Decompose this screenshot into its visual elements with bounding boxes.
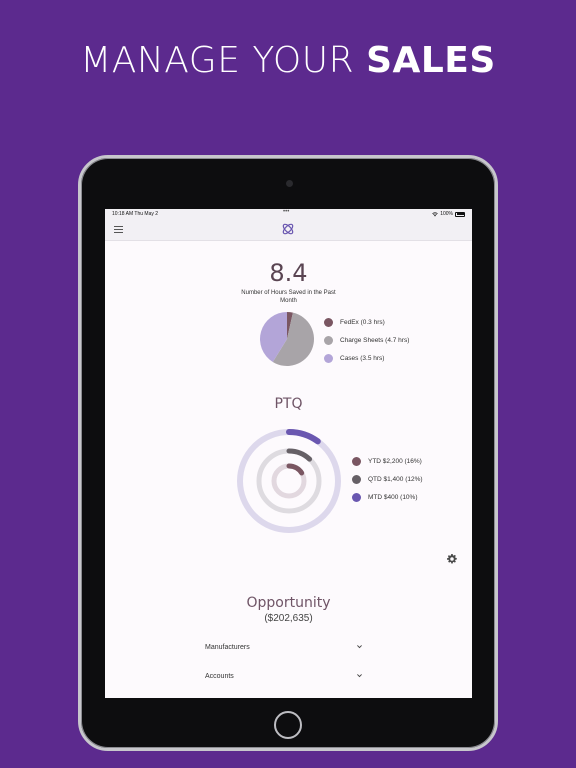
hours-legend: FedEx (0.3 hrs) Charge Sheets (4.7 hrs) …	[324, 313, 409, 367]
status-right: 100%	[432, 211, 465, 217]
tablet-frame: 10:18 AM Thu May 2 ••• 100% 8.4 Number o…	[78, 155, 498, 751]
hours-legend-item: Charge Sheets (4.7 hrs)	[324, 331, 409, 349]
gear-icon[interactable]	[447, 554, 457, 564]
multitask-dots[interactable]: •••	[283, 209, 289, 215]
nav-bar	[105, 218, 472, 241]
hours-legend-label: Cases (3.5 hrs)	[340, 354, 385, 362]
ptq-legend-label: QTD $1,400 (12%)	[368, 475, 423, 483]
ptq-legend: YTD $2,200 (16%) QTD $1,400 (12%) MTD $4…	[352, 452, 423, 506]
app-logo-icon	[282, 223, 294, 235]
manufacturers-dropdown[interactable]: Manufacturers	[205, 641, 365, 655]
hours-saved-section: 8.4 Number of Hours Saved in the Past Mo…	[105, 259, 472, 305]
headline-regular: MANAGE YOUR	[80, 40, 367, 81]
chevron-down-icon	[357, 645, 362, 649]
manufacturers-label: Manufacturers	[205, 644, 250, 651]
legend-dot	[324, 335, 333, 345]
ptq-legend-item: MTD $400 (10%)	[352, 488, 423, 506]
battery-icon	[455, 211, 465, 217]
hours-saved-value: 8.4	[269, 259, 308, 287]
headline-bold: SALES	[366, 40, 496, 81]
status-time: 10:18 AM Thu May 2	[112, 211, 159, 217]
ptq-legend-label: YTD $2,200 (16%)	[368, 457, 422, 465]
app-screen: 10:18 AM Thu May 2 ••• 100% 8.4 Number o…	[105, 209, 472, 698]
legend-dot	[352, 456, 361, 466]
ring-progress-qtd	[286, 448, 313, 462]
hours-pie-chart	[260, 312, 314, 366]
legend-dot	[324, 317, 333, 327]
accounts-dropdown[interactable]: Accounts	[205, 670, 365, 684]
camera-dot	[286, 180, 293, 187]
legend-dot	[324, 353, 333, 363]
accounts-label: Accounts	[205, 673, 234, 680]
ring-progress-ytd	[286, 463, 305, 476]
ptq-ring-chart	[237, 429, 341, 533]
chevron-down-icon	[357, 674, 362, 678]
hours-legend-label: FedEx (0.3 hrs)	[340, 318, 385, 326]
ptq-legend-item: YTD $2,200 (16%)	[352, 452, 423, 470]
hamburger-menu-icon[interactable]	[114, 226, 123, 233]
hours-legend-label: Charge Sheets (4.7 hrs)	[340, 336, 410, 344]
opportunity-value: ($202,635)	[264, 613, 313, 624]
headline: MANAGE YOUR SALES	[0, 40, 576, 81]
ptq-title: PTQ	[274, 396, 303, 412]
wifi-icon	[432, 211, 439, 216]
opportunity-title: Opportunity	[246, 595, 331, 611]
ptq-legend-label: MTD $400 (10%)	[368, 493, 418, 501]
hours-legend-item: FedEx (0.3 hrs)	[324, 313, 409, 331]
battery-percent: 100%	[440, 211, 453, 217]
legend-dot	[352, 492, 361, 502]
hours-legend-item: Cases (3.5 hrs)	[324, 349, 409, 367]
home-button[interactable]	[274, 711, 302, 739]
hours-saved-label: Number of Hours Saved in the Past Month	[241, 290, 336, 304]
ring-progress-mtd	[286, 429, 321, 445]
status-bar: 10:18 AM Thu May 2 ••• 100%	[105, 209, 472, 218]
ptq-legend-item: QTD $1,400 (12%)	[352, 470, 423, 488]
ring-track-mtd	[237, 429, 341, 533]
legend-dot	[352, 474, 361, 484]
